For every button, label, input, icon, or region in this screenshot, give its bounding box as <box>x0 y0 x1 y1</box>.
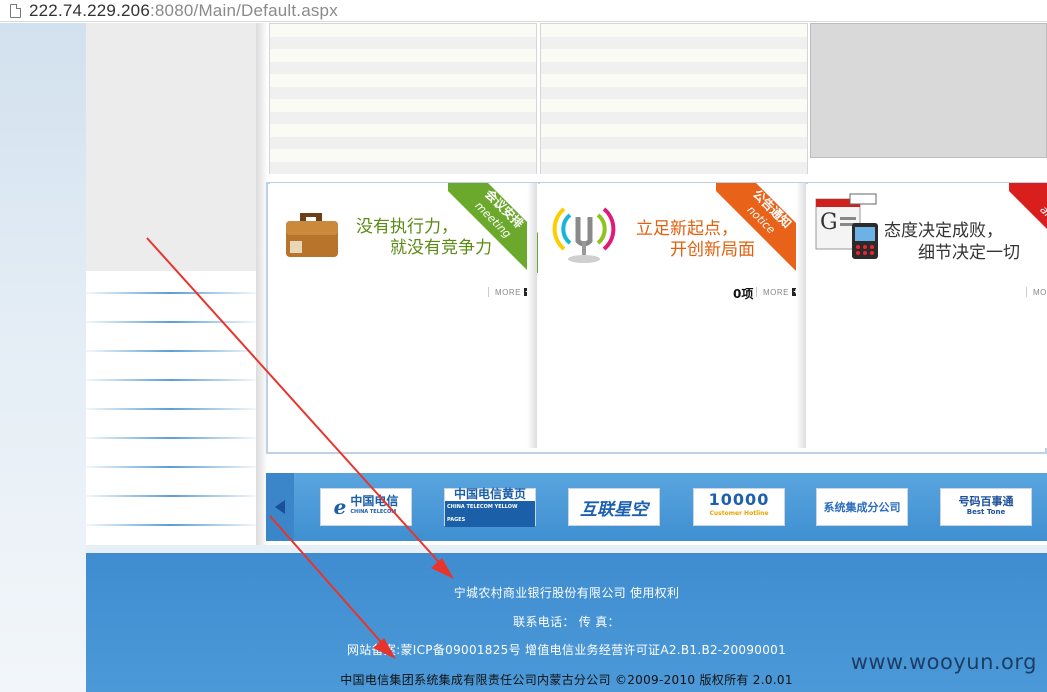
more-label: MORE <box>763 287 789 297</box>
nav-divider <box>86 350 256 352</box>
partner-sub: CHINA TELECOM YELLOW PAGES <box>445 500 535 527</box>
partner-sub: Best Tone <box>966 508 1006 516</box>
arrow-left-icon <box>275 500 285 514</box>
list-table-left <box>269 23 537 174</box>
nav-divider <box>86 408 256 410</box>
left-panel-top <box>86 23 256 271</box>
page-icon <box>10 3 21 18</box>
announcement-slogan-1: 态度决定成败， <box>884 221 1003 241</box>
announcement-banner: G 态度决定成败， 细节决定一切 I annou <box>808 183 1047 275</box>
nav-divider <box>86 379 256 381</box>
newspaper-icon: G <box>815 193 878 259</box>
telecom-e-icon: ℯ <box>333 495 347 519</box>
announcement-ribbon: I annou <box>1009 183 1047 273</box>
list-table-right <box>540 23 808 174</box>
nav-divider <box>86 321 256 323</box>
nav-divider <box>86 466 256 468</box>
footer-separator <box>86 545 1047 553</box>
meeting-ribbon: 会议安排 meeting <box>448 183 538 273</box>
grey-content-box <box>810 23 1047 158</box>
announcement-tag-en: annou <box>1037 203 1047 237</box>
partner-name: 系统集成分公司 <box>823 501 901 514</box>
watermark: www.wooyun.org <box>850 650 1037 674</box>
announcement-more-link[interactable]: MORE <box>1026 287 1047 297</box>
meeting-slogan-1: 没有执行力， <box>356 217 458 237</box>
left-background <box>0 23 86 692</box>
more-label: MORE <box>1033 287 1047 297</box>
page: 222.74.229.206:8080/Main/Default.aspx 没有… <box>0 0 1047 692</box>
notice-panel: 立足新起点， 开创新局面 公告通知 notice 0项 MORE+ <box>540 183 806 448</box>
url-path: :8080/Main/Default.aspx <box>149 0 338 20</box>
notice-ribbon: 公告通知 notice <box>716 183 806 273</box>
scroll-left-button[interactable] <box>266 473 294 541</box>
nav-divider <box>86 495 256 497</box>
panel-shadow <box>527 183 537 448</box>
announcement-slogan-2: 细节决定一切 <box>918 243 1020 263</box>
partner-sub: Customer Hotline <box>709 510 769 517</box>
partner-logo-hulianxingkong[interactable]: 互联星空 <box>568 488 660 526</box>
notice-more-link[interactable]: MORE+ <box>756 287 800 297</box>
url-text[interactable]: 222.74.229.206:8080/Main/Default.aspx <box>29 1 338 21</box>
left-nav-list <box>86 271 256 551</box>
nav-divider <box>86 292 256 294</box>
meeting-more-link[interactable]: MORE+ <box>488 287 532 297</box>
partner-logo-system-integration[interactable]: 系统集成分公司 <box>816 488 908 526</box>
footer-contact: 联系电话： 传 真： <box>513 615 620 629</box>
partner-logo-yellow-pages[interactable]: 中国电信黄页 CHINA TELECOM YELLOW PAGES <box>444 486 536 527</box>
announcement-panel: G 态度决定成败， 细节决定一切 I annou MORE <box>808 183 1047 448</box>
panel-shadow <box>796 183 806 448</box>
partner-logo-10000[interactable]: 10000 Customer Hotline <box>693 488 785 526</box>
footer-company: 宁城农村商业银行股份有限公司 使用权利 <box>453 586 680 600</box>
nav-divider <box>86 437 256 439</box>
partner-logo-best-tone[interactable]: 号码百事通 Best Tone <box>940 488 1032 526</box>
meeting-panel: 没有执行力， 就没有竞争力 会议安排 meeting MORE+ <box>270 183 538 448</box>
address-bar[interactable]: 222.74.229.206:8080/Main/Default.aspx <box>0 0 1047 22</box>
partner-name: 中国电信黄页 <box>453 486 526 501</box>
partner-name: 10000 <box>708 490 770 509</box>
more-label: MORE <box>495 287 521 297</box>
svg-text:G: G <box>820 210 838 235</box>
notice-banner: 立足新起点， 开创新局面 公告通知 notice <box>540 183 806 275</box>
partner-sub: CHINA TELECOM <box>350 509 397 515</box>
briefcase-icon <box>286 213 338 257</box>
partner-name: 互联星空 <box>580 499 648 520</box>
notice-count: 0项 <box>733 287 754 301</box>
partner-logo-china-telecom[interactable]: ℯ 中国电信 CHINA TELECOM <box>320 488 412 526</box>
antenna-icon <box>552 207 616 263</box>
nav-divider <box>86 524 256 526</box>
partner-name: 中国电信 <box>350 494 399 508</box>
meeting-banner: 没有执行力， 就没有竞争力 会议安排 meeting <box>270 183 538 275</box>
url-host: 222.74.229.206 <box>29 0 150 20</box>
partner-name: 号码百事通 <box>958 495 1014 508</box>
